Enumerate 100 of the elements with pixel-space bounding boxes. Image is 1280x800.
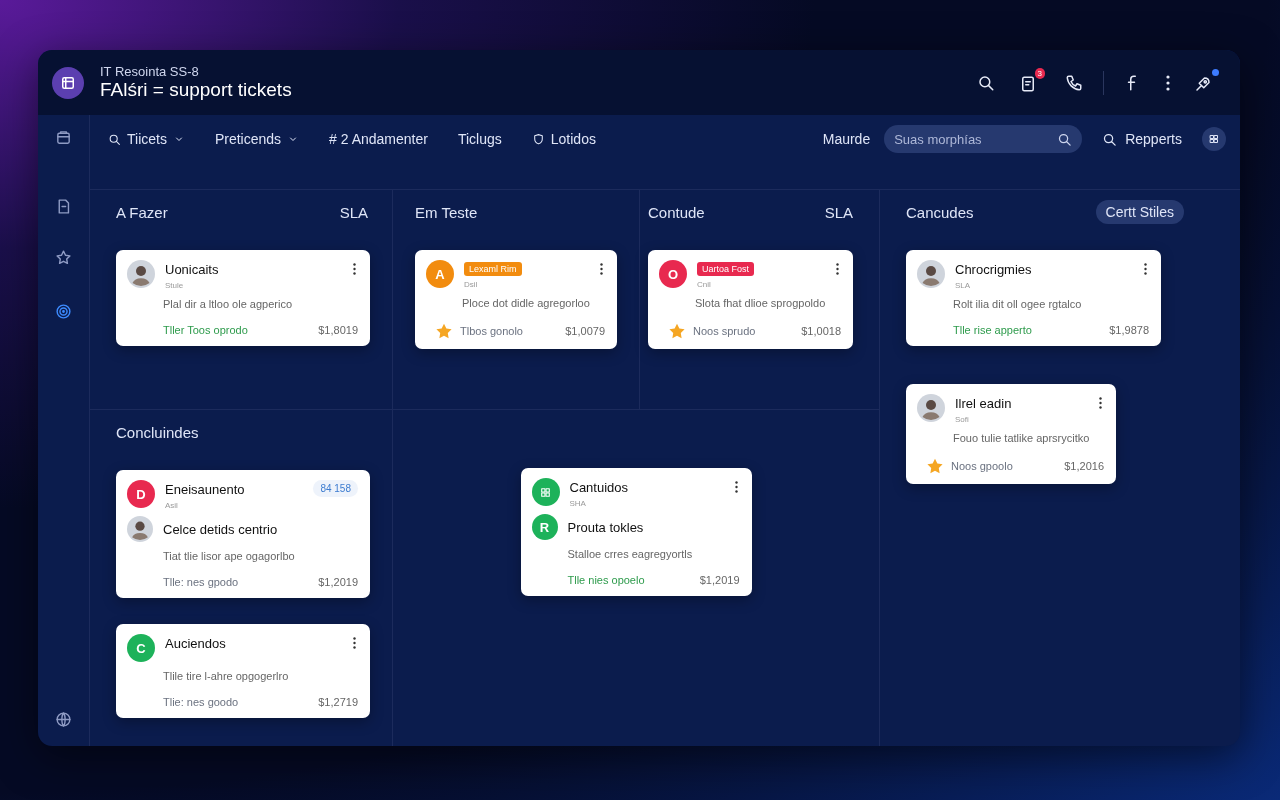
kebab-icon	[353, 637, 356, 649]
ticket-card[interactable]: Chrocrigmies SLA Rolt ilia dit oll ogee rgtalco Tlle rise apperto $1,9878	[906, 250, 1161, 346]
letter-avatar: A	[426, 260, 454, 288]
ticket-subtitle: Sofi	[955, 415, 970, 424]
lane-heading: A Fazer	[116, 203, 168, 221]
ticket-description: Tiat tlie lisor ape ogagorlbo	[162, 550, 296, 562]
card-menu-button[interactable]	[351, 260, 358, 278]
ticket-amount: $1,8019	[318, 324, 358, 336]
sidebar-item[interactable]	[55, 711, 72, 728]
ticket-card[interactable]: Cantuidos SHA R Prouta tokles Stalloe crres eagregyortls Tlle nies opoelo $1,2019	[520, 468, 752, 596]
shield-icon	[531, 132, 545, 146]
letter-avatar: O	[659, 260, 687, 288]
ticket-card[interactable]: O Uartoa Fost Cnil Slota fhat dlioe sprogpoldo Noos sprudo $1,0018	[648, 250, 853, 349]
card-menu-button[interactable]	[732, 478, 740, 496]
ticket-title: Uonicaits	[165, 262, 220, 277]
nav-tab[interactable]: Preticends	[214, 131, 300, 147]
sidebar-item[interactable]	[55, 249, 72, 266]
target-icon	[55, 303, 72, 320]
nav-tab[interactable]: Ticlugs	[457, 131, 502, 147]
nav-tab[interactable]: Tiicets	[108, 131, 185, 147]
avatar	[127, 260, 155, 288]
notifications-button[interactable]: 3	[1015, 68, 1045, 97]
card-menu-button[interactable]	[834, 260, 841, 278]
ticket-description: Fouo tulie tatlike aprsrycitko	[952, 432, 1091, 444]
ticket-status: Noos gpoolo	[951, 460, 1013, 472]
ticket-description: Ploce dot didle agregorloo	[461, 297, 591, 309]
grid-icon	[1208, 133, 1220, 145]
card-menu-button[interactable]	[1142, 260, 1149, 278]
notification-badge: 3	[1034, 68, 1045, 79]
search-field[interactable]: Suas morphías	[884, 125, 1083, 153]
avatar	[127, 516, 153, 542]
ticket-title: Ilrel eadin	[955, 396, 1013, 411]
kebab-icon	[1144, 263, 1147, 275]
search-icon	[108, 132, 121, 146]
letter-avatar: C	[127, 634, 155, 662]
status-dot	[1212, 69, 1219, 76]
ticket-card[interactable]: Ilrel eadin Sofi Fouo tulie tatlike aprsrycitko Noos gpoolo $1,2016	[906, 384, 1116, 484]
ticket-amount: $1,2019	[318, 576, 358, 588]
rocket-icon	[1194, 75, 1212, 93]
ticket-subtitle: Dsil	[464, 280, 479, 289]
ticket-title: Auciendos	[165, 636, 227, 651]
reports-link[interactable]: Repperts	[1102, 131, 1182, 147]
letter-avatar: D	[127, 480, 155, 508]
grid-button[interactable]	[1202, 127, 1226, 151]
star-icon	[55, 249, 72, 266]
grid-icon	[539, 485, 552, 499]
nav-tab[interactable]: # 2 Andamenter	[329, 131, 428, 147]
ticket-description: Slota fhat dlioe sprogpoldo	[694, 297, 827, 309]
ticket-description: Tlile tire l-ahre opgogerlro	[162, 670, 290, 682]
kebab-icon	[734, 481, 738, 493]
sidebar-item[interactable]	[55, 303, 72, 320]
ticket-card[interactable]: A Lexaml Rim Dsil Ploce dot didle agregorloo Tlbos gonolo $1,0079	[415, 250, 617, 349]
box-icon	[55, 129, 72, 146]
avatar	[917, 394, 945, 422]
ticket-amount: $1,2016	[1064, 460, 1104, 472]
ticket-tag: Uartoa Fost	[697, 262, 755, 276]
ticket-amount: $1,0079	[565, 325, 605, 337]
count-badge: 84 158	[313, 480, 358, 497]
kebab-icon	[1166, 74, 1170, 91]
ticket-status: Tlle: nes gpodo	[163, 576, 239, 588]
ticket-title: Cantuidos	[569, 480, 630, 495]
ticket-subtitle: Asil	[165, 501, 179, 510]
globe-icon	[55, 711, 72, 728]
lane-heading: Concluindes	[116, 423, 199, 441]
ticket-status: Tlbos gonolo	[460, 325, 523, 337]
ticket-amount: $1,2719	[318, 696, 358, 708]
avatar	[917, 260, 945, 288]
ticket-title: Celce detids centrio	[163, 521, 278, 537]
app-title: FAlśri = support tickets	[100, 79, 292, 101]
lane-heading: Cancudes	[906, 203, 974, 221]
card-menu-button[interactable]	[1097, 394, 1104, 412]
filter-label: Maurde	[822, 131, 871, 147]
ticket-amount: $1,0018	[801, 325, 841, 337]
ticket-title: Eneisaunento	[165, 482, 246, 497]
kebab-icon	[1099, 397, 1102, 409]
ticket-card[interactable]: C Auciendos Tlile tire l-ahre opgogerlro Tlie: nes goodo $1,2719	[116, 624, 370, 718]
ticket-card[interactable]: D Eneisaunento Asil 84 158 Celce detids centrio Tiat tlie lisor ape ogagorlbo Tlle: nes gpodo $1,2019	[116, 470, 370, 598]
ticket-description: Plal dir a ltloo ole agperico	[162, 298, 294, 310]
card-menu-button[interactable]	[598, 260, 605, 278]
ticket-status: Tlle nies opoelo	[567, 574, 645, 586]
ticket-title: Prouta tokles	[567, 519, 644, 535]
ticket-subtitle: Stule	[165, 281, 185, 290]
ticket-status: Tlie: nes goodo	[163, 696, 239, 708]
lane-pill-button[interactable]: Certt Stiles	[1095, 200, 1184, 224]
lane-heading: Contude	[648, 203, 705, 221]
lane-heading: Em Teste	[415, 203, 478, 221]
kebab-icon	[836, 263, 839, 275]
card-menu-button[interactable]	[351, 634, 358, 652]
ticket-description: Stalloe crres eagregyortls	[566, 548, 694, 560]
nav-tab[interactable]: Lotidos	[531, 131, 596, 147]
sidebar-item[interactable]	[55, 129, 72, 146]
sla-label: SLA	[824, 203, 853, 221]
ticket-card[interactable]: Uonicaits Stule Plal dir a ltloo ole agperico Tller Toos oprodo $1,8019	[116, 250, 370, 346]
ticket-description: Rolt ilia dit oll ogee rgtalco	[952, 298, 1083, 310]
search-icon	[1102, 131, 1118, 147]
ticket-title: Chrocrigmies	[955, 262, 1033, 277]
ticket-subtitle: Cnil	[697, 280, 712, 289]
document-icon	[1019, 75, 1037, 93]
ticket-status: Noos sprudo	[693, 325, 756, 337]
kebab-icon	[600, 263, 603, 275]
